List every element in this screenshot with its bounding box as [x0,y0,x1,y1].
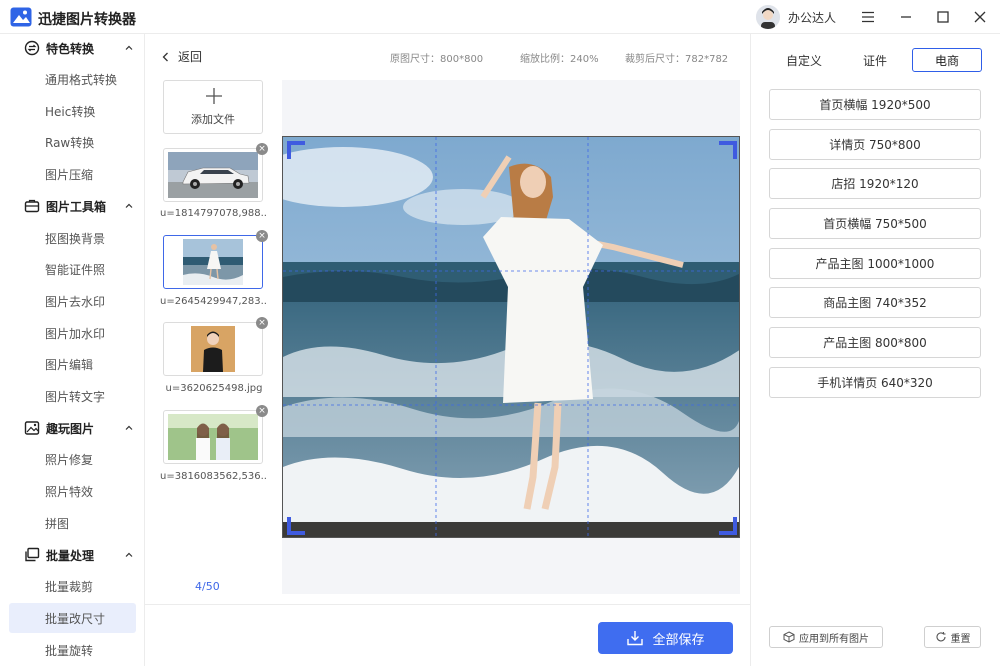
sidebar-item-batch-resize[interactable]: 批量改尺寸 [9,603,136,633]
sidebar-item-id-photo[interactable]: 智能证件照 [9,254,136,284]
cube-icon [783,631,795,643]
apply-all-label: 应用到所有图片 [799,633,869,645]
remove-file-icon[interactable]: × [256,317,268,329]
thumbnail-image [183,239,243,285]
sidebar-item-batch-rotate[interactable]: 批量旋转 [9,635,136,665]
sidebar-section-special-convert[interactable]: 特色转换 [0,35,145,61]
file-name: u=1814797078,988... [160,208,268,219]
sidebar-item-heic-convert[interactable]: Heic转换 [9,96,136,126]
sidebar-section-label: 批量处理 [46,548,95,563]
zoom-ratio: 缩放比例：240% [520,54,599,65]
remove-file-icon[interactable]: × [256,405,268,417]
sidebar-section-label: 图片工具箱 [46,199,107,214]
sidebar-section-batch[interactable]: 批量处理 [0,542,145,568]
app-logo-icon [10,7,32,27]
file-thumbnail[interactable]: × [163,143,268,202]
sidebar-section-label: 特色转换 [46,41,95,56]
file-name: u=2645429947,283... [160,296,268,307]
sidebar-item-ocr[interactable]: 图片转文字 [9,381,136,411]
menu-icon[interactable] [857,6,879,28]
save-all-label: 全部保存 [652,632,705,648]
sidebar-item-compress[interactable]: 图片压缩 [9,159,136,189]
avatar[interactable] [756,5,780,29]
sidebar-item-photo-effects[interactable]: 照片特效 [9,476,136,506]
preset-button[interactable]: 商品主图 740*352 [769,287,981,318]
sidebar-section-toolbox[interactable]: 图片工具箱 [0,193,145,219]
back-button[interactable]: 返回 [160,48,202,65]
sidebar-item-remove-watermark[interactable]: 图片去水印 [9,286,136,316]
download-icon [627,631,644,646]
original-size: 原图尺寸：800*800 [390,54,484,65]
save-all-button[interactable]: 全部保存 [598,622,733,654]
thumbnail-image [168,152,258,198]
cropped-size: 裁剪后尺寸：782*782 [625,54,729,65]
chevron-up-icon [125,425,133,430]
preset-button[interactable]: 店招 1920*120 [769,168,981,199]
file-name: u=3620625498.jpg [165,383,263,394]
preset-button[interactable]: 首页横幅 750*500 [769,208,981,239]
toolbox-icon [24,199,40,213]
sidebar-item-cutout[interactable]: 抠图换背景 [9,223,136,253]
close-icon[interactable] [969,6,991,28]
preset-button[interactable]: 手机详情页 640*320 [769,367,981,398]
reset-label: 重置 [950,633,971,645]
maximize-icon[interactable] [932,6,954,28]
plus-icon [206,88,222,104]
chevron-left-icon [162,52,168,61]
tab-ecommerce[interactable]: 电商 [912,48,982,72]
sidebar-item-batch-crop[interactable]: 批量裁剪 [9,571,136,601]
chevron-up-icon [125,45,133,50]
convert-icon [24,40,40,56]
file-name: u=3816083562,536... [160,471,268,482]
crop-preview-image[interactable] [282,136,740,538]
preset-button[interactable]: 产品主图 800*800 [769,327,981,358]
sidebar-section-fun[interactable]: 趣玩图片 [0,415,145,441]
sidebar-item-collage[interactable]: 拼图 [9,508,136,538]
remove-file-icon[interactable]: × [256,230,268,242]
chevron-up-icon [125,552,133,557]
chevron-up-icon [125,203,133,208]
thumbnail-image [168,414,258,460]
tab-id[interactable]: 证件 [840,48,910,72]
file-thumbnail-selected[interactable]: × [163,230,268,289]
tab-custom[interactable]: 自定义 [769,48,839,72]
thumbnail-image [191,326,235,372]
back-label: 返回 [178,50,203,64]
sidebar-item-add-watermark[interactable]: 图片加水印 [9,318,136,348]
refresh-icon [936,632,946,642]
sidebar-section-label: 趣玩图片 [46,421,95,436]
preset-button[interactable]: 产品主图 1000*1000 [769,248,981,279]
page-count: 4/50 [195,580,220,593]
minimize-icon[interactable] [895,6,917,28]
file-thumbnail[interactable]: × [163,405,268,464]
picture-icon [24,421,40,435]
preset-button[interactable]: 首页横幅 1920*500 [769,89,981,120]
sidebar-item-raw-convert[interactable]: Raw转换 [9,127,136,157]
apply-all-button[interactable]: 应用到所有图片 [769,626,883,648]
sidebar-item-photo-repair[interactable]: 照片修复 [9,444,136,474]
reset-button[interactable]: 重置 [924,626,981,648]
app-title: 迅捷图片转换器 [38,12,136,28]
remove-file-icon[interactable]: × [256,143,268,155]
title-bar: 迅捷图片转换器 办公达人 [0,0,1000,34]
add-file-button[interactable]: 添加文件 [163,80,263,134]
user-name[interactable]: 办公达人 [788,9,836,26]
file-thumbnail[interactable]: × [163,317,268,376]
sidebar-item-format-convert[interactable]: 通用格式转换 [9,64,136,94]
batch-icon [25,547,40,562]
add-file-label: 添加文件 [191,113,235,126]
preset-button[interactable]: 详情页 750*800 [769,129,981,160]
sidebar-item-edit[interactable]: 图片编辑 [9,349,136,379]
